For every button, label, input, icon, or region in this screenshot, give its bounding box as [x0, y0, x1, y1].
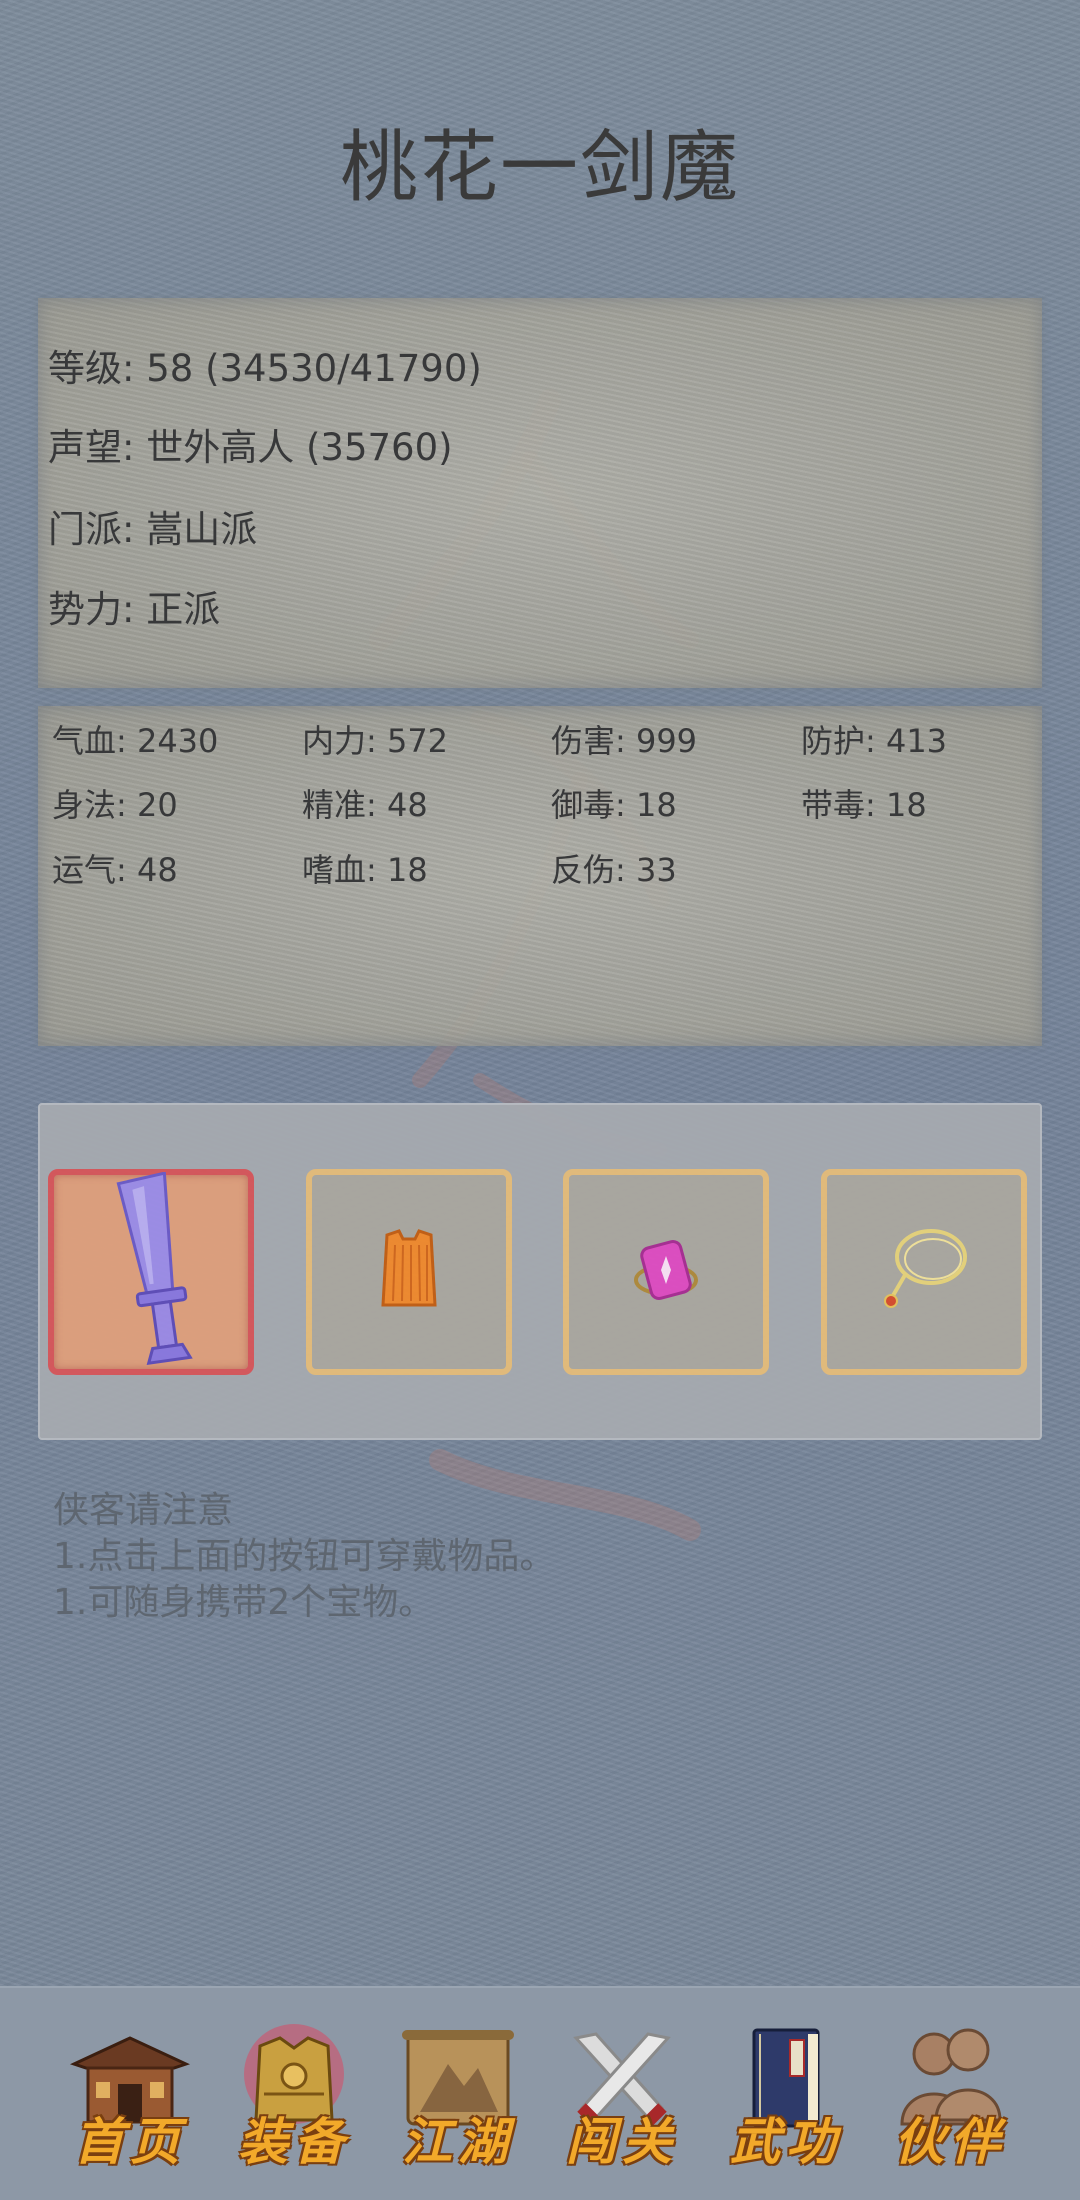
equip-slot-treasure-1[interactable]	[563, 1169, 769, 1375]
stat-lifesteal: 嗜血: 18	[302, 851, 428, 889]
armor-icon	[381, 1229, 437, 1307]
sect-text: 门派: 嵩山派	[48, 508, 258, 551]
stat-luck: 运气: 48	[52, 851, 178, 889]
character-stats-panel: 气血: 2430 内力: 572 伤害: 999 防护: 413 身法: 20 …	[38, 706, 1042, 1046]
nav-companions[interactable]: 伙伴	[870, 2024, 1030, 2174]
ring-icon	[634, 1240, 698, 1300]
reputation-text: 声望: 世外高人 (35760)	[48, 426, 453, 469]
nav-martial-arts-label: 武功	[730, 2112, 842, 2171]
nav-home[interactable]: 首页	[50, 2024, 210, 2174]
stat-hp: 气血: 2430	[52, 722, 219, 760]
nav-jianghu[interactable]: 江湖	[378, 2024, 538, 2174]
notice-box: 侠客请注意 1.点击上面的按钮可穿戴物品。 1.可随身携带2个宝物。	[53, 1488, 555, 1626]
equip-slot-weapon[interactable]	[48, 1169, 254, 1375]
stat-reflect: 反伤: 33	[551, 851, 677, 889]
equip-slot-armor[interactable]	[306, 1169, 512, 1375]
stat-agility: 身法: 20	[52, 786, 178, 824]
nav-home-label: 首页	[74, 2112, 186, 2171]
notice-line-1: 1.点击上面的按钮可穿戴物品。	[53, 1536, 556, 1577]
nav-equipment-label: 装备	[238, 2112, 350, 2171]
level-text: 等级: 58 (34530/41790)	[48, 347, 482, 390]
equipment-panel	[38, 1103, 1042, 1440]
character-name-title: 桃花一剑魔	[339, 123, 740, 213]
nav-companions-label: 伙伴	[894, 2112, 1006, 2171]
nav-jianghu-label: 江湖	[402, 2112, 514, 2171]
notice-line-2: 1.可随身携带2个宝物。	[53, 1582, 435, 1623]
nav-equipment[interactable]: 装备	[214, 2024, 374, 2174]
stat-damage: 伤害: 999	[551, 722, 698, 760]
sword-icon	[116, 1172, 193, 1366]
equip-slot-treasure-2[interactable]	[821, 1169, 1027, 1375]
necklace-icon	[884, 1229, 967, 1308]
stat-accuracy: 精准: 48	[302, 786, 428, 824]
stat-poison: 带毒: 18	[801, 786, 927, 824]
bottom-nav-bar: 首页 装备 江湖 闯关 武功 伙伴	[0, 1986, 1080, 2200]
stat-defense: 防护: 413	[801, 722, 948, 760]
nav-challenge-label: 闯关	[566, 2112, 678, 2171]
stat-poison-resist: 御毒: 18	[551, 786, 677, 824]
notice-heading: 侠客请注意	[53, 1490, 234, 1531]
faction-text: 势力: 正派	[48, 588, 221, 631]
stat-internal-power: 内力: 572	[302, 722, 449, 760]
nav-martial-arts[interactable]: 武功	[706, 2024, 866, 2174]
character-info-panel: 等级: 58 (34530/41790) 声望: 世外高人 (35760) 门派…	[38, 298, 1042, 688]
nav-challenge[interactable]: 闯关	[542, 2024, 702, 2174]
